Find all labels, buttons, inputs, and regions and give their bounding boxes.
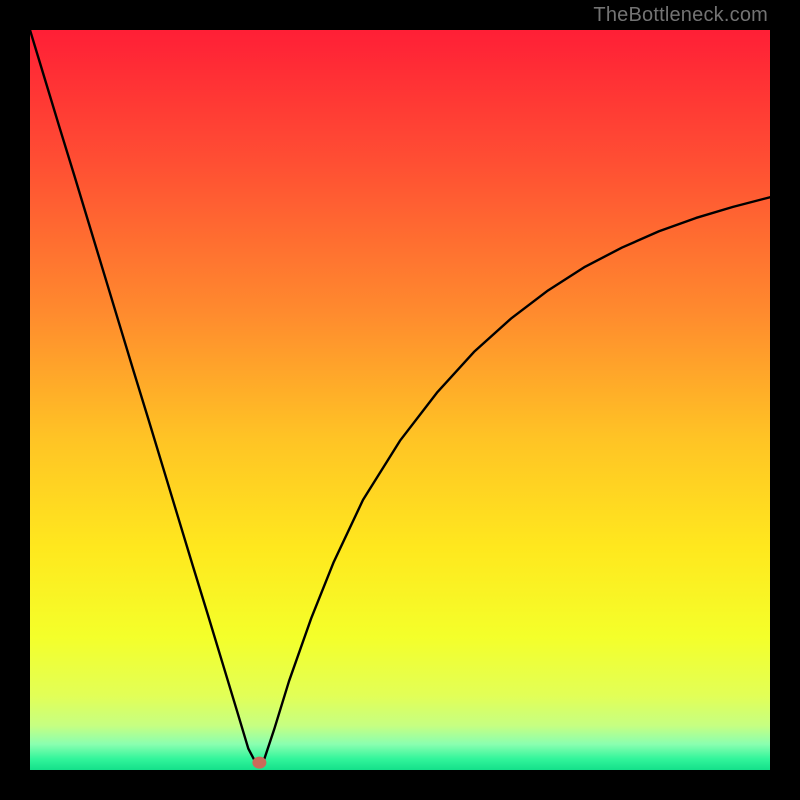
chart-svg (30, 30, 770, 770)
watermark-text: TheBottleneck.com (593, 4, 768, 27)
gradient-background (30, 30, 770, 770)
optimal-point-marker (252, 757, 266, 769)
chart-frame: TheBottleneck.com (0, 0, 800, 800)
chart-plot-area (30, 30, 770, 770)
